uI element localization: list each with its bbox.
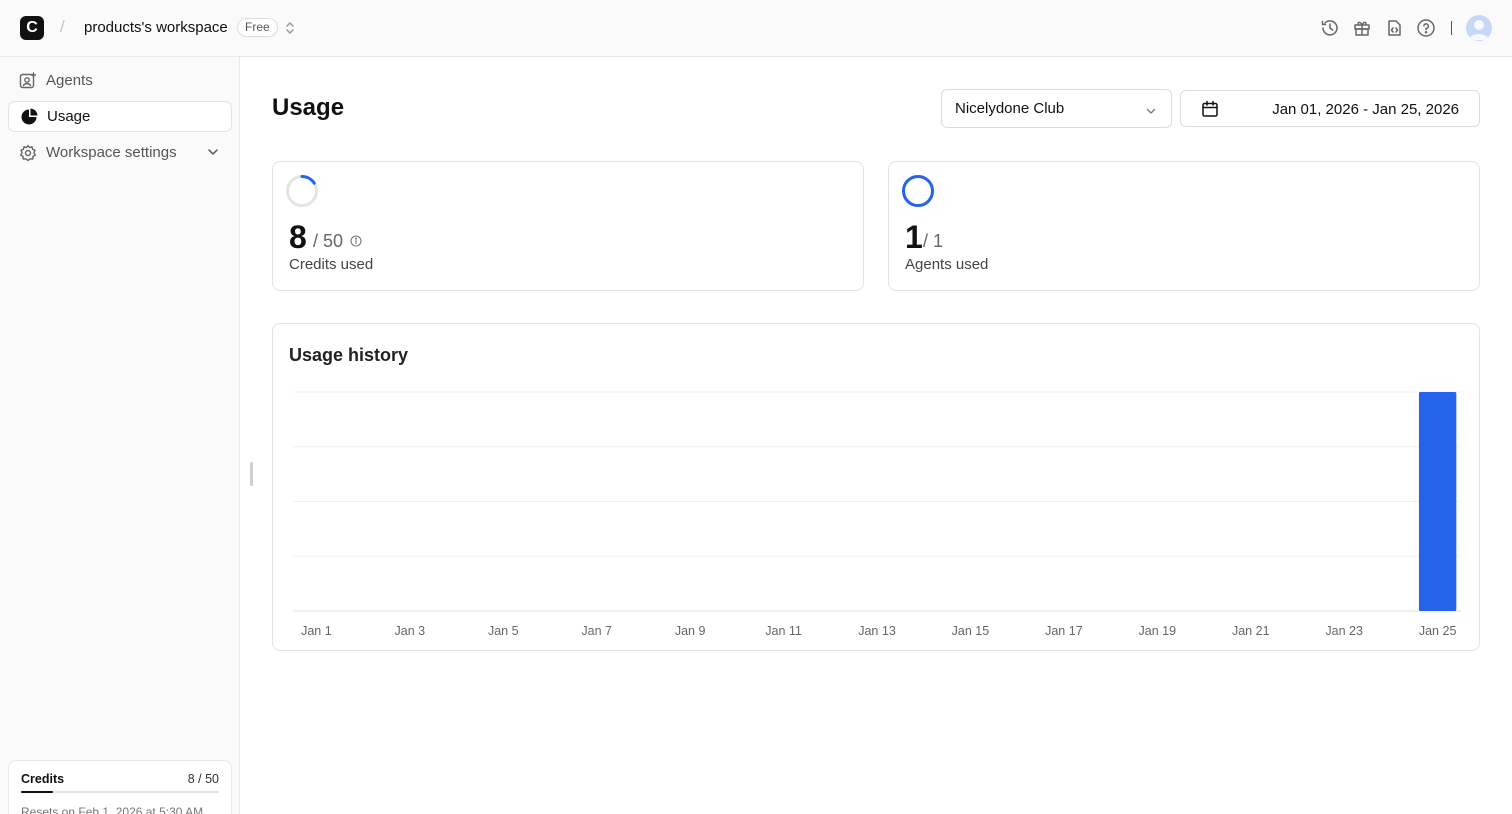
sidebar-item-label: Usage — [47, 108, 91, 125]
sidebar-item-agents[interactable]: Agents — [8, 65, 232, 96]
breadcrumb-separator: / — [60, 17, 65, 36]
code-file-icon[interactable] — [1383, 14, 1405, 42]
chart-x-tick-label: Jan 9 — [675, 624, 706, 638]
usage-history-card: Usage history Jan 1 Jan 3 Jan 5 Jan 7 Jan 9J… — [272, 323, 1480, 651]
credits-progress-ring — [286, 175, 318, 207]
sidebar-item-usage[interactable]: Usage — [8, 101, 232, 132]
info-icon[interactable] — [350, 234, 362, 252]
chart-bar[interactable] — [1418, 392, 1457, 611]
chevron-down-icon — [1145, 104, 1157, 121]
chevron-down-icon[interactable] — [206, 145, 220, 163]
agents-total: / 1 — [923, 231, 944, 251]
chart-x-tick-label: Jan 11 — [765, 624, 802, 638]
page-title: Usage — [272, 94, 345, 121]
app-logo[interactable]: C — [20, 16, 44, 40]
credits-used-value: 8 — [289, 219, 307, 255]
gift-icon[interactable] — [1351, 14, 1373, 42]
agents-progress-ring — [902, 175, 934, 207]
agent-select[interactable]: Nicelydone Club — [941, 89, 1172, 128]
sidebar: Agents Usage Workspace settings Credits … — [0, 57, 240, 814]
chart-x-tick-label: Jan 25 — [1419, 624, 1457, 638]
chart-x-tick-label: Jan 23 — [1325, 624, 1363, 638]
avatar[interactable] — [1466, 15, 1492, 41]
sidebar-item-workspace-settings[interactable]: Workspace settings — [8, 137, 232, 168]
chart-x-tick-label: Jan 13 — [858, 624, 896, 638]
chart-x-tick-label: Jan 5 — [488, 624, 519, 638]
credits-used-caption: Credits used — [289, 256, 374, 273]
sidebar-item-label: Workspace settings — [46, 144, 177, 161]
credits-card: Credits 8 / 50 Resets on Feb 1, 2026 at … — [8, 760, 232, 814]
help-icon[interactable] — [1415, 14, 1437, 42]
date-range-picker[interactable]: Jan 01, 2026 - Jan 25, 2026 — [1180, 90, 1480, 127]
chart-x-tick-label: Jan 3 — [395, 624, 426, 638]
credits-reset-text: Resets on Feb 1, 2026 at 5:30 AM — [21, 805, 204, 814]
top-bar: C / products's workspace Free — [0, 0, 1512, 57]
credits-progress-bar — [21, 791, 219, 793]
agents-used-value: 1 — [905, 219, 923, 255]
workspace-switcher-icon[interactable] — [284, 19, 296, 37]
chart-x-tick-label: Jan 1 — [301, 624, 332, 638]
date-range-text: Jan 01, 2026 - Jan 25, 2026 — [1272, 101, 1459, 118]
agents-used-caption: Agents used — [905, 256, 989, 273]
chart-x-tick-label: Jan 21 — [1232, 624, 1270, 638]
sidebar-resize-handle[interactable] — [250, 462, 253, 486]
pie-chart-icon — [20, 108, 38, 126]
history-icon[interactable] — [1319, 14, 1341, 42]
credits-used-card: 8 / 50 Credits used — [272, 161, 864, 291]
sidebar-item-label: Agents — [46, 72, 93, 89]
credits-total: / 50 — [313, 231, 344, 251]
agents-icon — [19, 71, 37, 90]
gear-icon — [19, 144, 37, 162]
calendar-icon — [1201, 100, 1219, 123]
agent-select-value: Nicelydone Club — [955, 100, 1065, 117]
chart-x-tick-label: Jan 17 — [1045, 624, 1083, 638]
divider — [1451, 21, 1452, 35]
chart-x-tick-label: Jan 19 — [1139, 624, 1177, 638]
credits-value: 8 / 50 — [187, 772, 219, 786]
chart-x-tick-label: Jan 15 — [952, 624, 990, 638]
credits-progress-fill — [21, 791, 53, 793]
usage-history-chart: Jan 1 Jan 3 Jan 5 Jan 7 Jan 9 Jan 11 Jan 13 Jan… — [293, 391, 1461, 638]
agents-used-card: 1 / 1 Agents used — [888, 161, 1480, 291]
plan-badge: Free — [237, 18, 278, 37]
credits-label: Credits — [21, 772, 65, 786]
chart-x-tick-label: Jan 7 — [581, 624, 612, 638]
workspace-name[interactable]: products's workspace — [84, 19, 228, 36]
